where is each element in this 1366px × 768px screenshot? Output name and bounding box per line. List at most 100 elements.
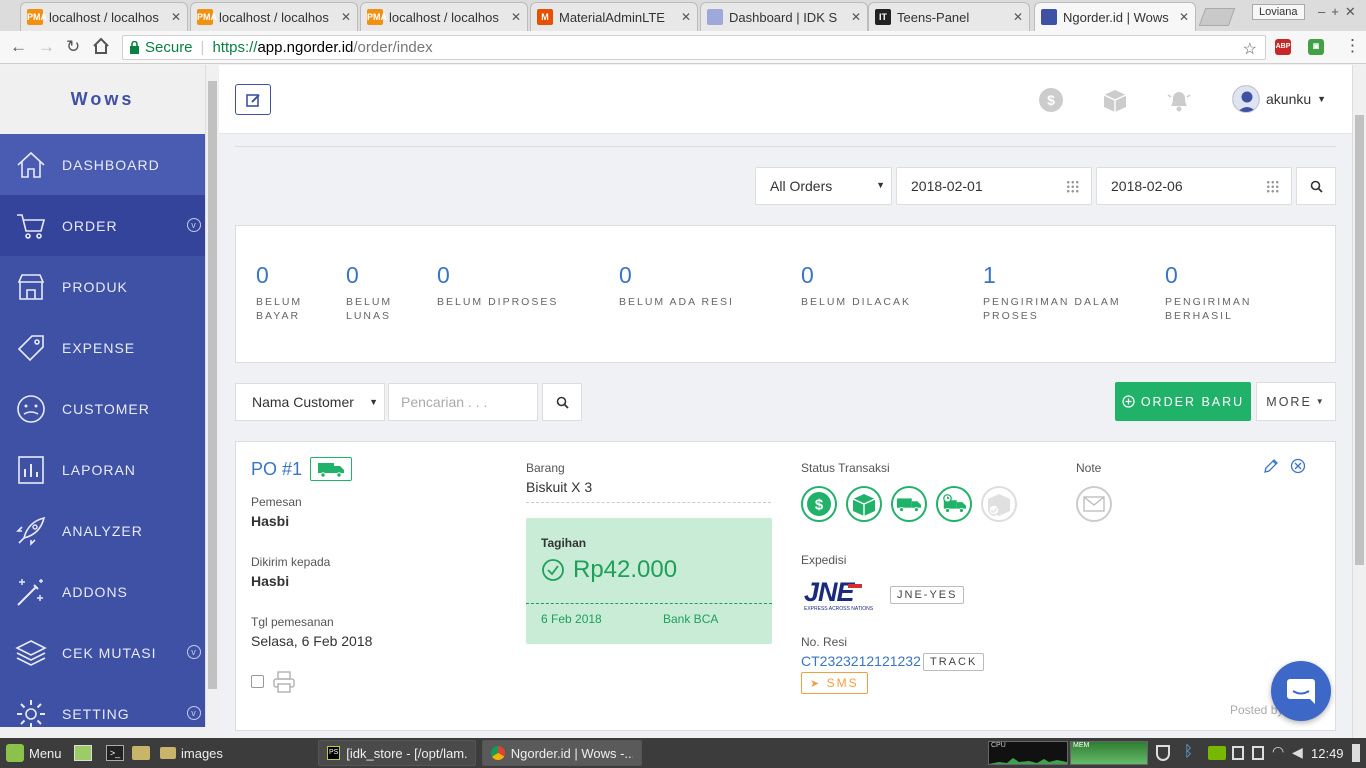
order-type-select[interactable]: All Orders ▼	[755, 167, 892, 205]
sidebar-item-customer[interactable]: CUSTOMER	[0, 378, 205, 439]
sidebar-item-cek-mutasi[interactable]: CEK MUTASI v	[0, 622, 205, 683]
show-desktop-icon[interactable]	[74, 745, 92, 761]
wifi-icon[interactable]: ◠	[1272, 743, 1284, 760]
search-input[interactable]: Pencarian . . .	[388, 383, 538, 421]
page-scrollbar-thumb[interactable]	[1355, 115, 1364, 565]
more-button[interactable]: MORE ▼	[1256, 382, 1336, 421]
stat-belum-diproses[interactable]: 0 BELUM DIPROSES	[437, 262, 558, 309]
sidebar-horizontal-scrollbar[interactable]	[0, 727, 219, 738]
adblock-plus-icon[interactable]: ABP	[1275, 39, 1291, 55]
volume-icon[interactable]: ◀	[1292, 744, 1303, 761]
start-menu-button[interactable]: Menu	[6, 738, 62, 768]
browser-tab[interactable]: PMA localhost / localhos ✕	[20, 2, 188, 31]
dollar-icon[interactable]: $	[1038, 87, 1064, 113]
po-number[interactable]: PO #1	[251, 459, 302, 480]
bluetooth-icon[interactable]: ᛒ	[1184, 743, 1193, 760]
sidebar-scrollbar-thumb[interactable]	[208, 81, 217, 689]
stat-belum-ada-resi[interactable]: 0 BELUM ADA RESI	[619, 262, 734, 309]
secure-indicator[interactable]: Secure	[129, 39, 193, 56]
sidebar-item-analyzer[interactable]: ANALYZER	[0, 500, 205, 561]
page-scrollbar[interactable]	[1352, 65, 1366, 738]
show-desktop-corner[interactable]	[1352, 744, 1360, 762]
brand-name[interactable]: Wows	[0, 65, 205, 134]
clipboard-icon[interactable]	[1232, 746, 1244, 760]
compose-button[interactable]	[235, 84, 271, 115]
taskbar-window-phpstorm[interactable]: PS [idk_store - [/opt/lam...	[318, 740, 476, 766]
taskbar-folder-images[interactable]: images	[160, 738, 223, 768]
new-order-button[interactable]: ORDER BARU	[1115, 382, 1251, 421]
close-circle-icon[interactable]	[1290, 458, 1306, 474]
stat-belum-bayar[interactable]: 0 BELUM BAYAR	[256, 262, 302, 323]
resi-number[interactable]: CT2323212121232	[801, 653, 921, 669]
status-paid-icon[interactable]: $	[801, 486, 837, 522]
status-shipped-icon[interactable]	[891, 486, 927, 522]
chevron-down-icon[interactable]: v	[187, 218, 201, 232]
new-tab-button[interactable]	[1198, 8, 1236, 26]
sidebar-item-addons[interactable]: ADDONS	[0, 561, 205, 622]
chevron-down-icon[interactable]: v	[187, 706, 201, 720]
status-delivered-icon[interactable]	[981, 486, 1017, 522]
nvidia-icon[interactable]	[1208, 746, 1226, 760]
terminal-icon[interactable]: >_	[106, 745, 124, 761]
keyboard-icon[interactable]	[1252, 746, 1264, 760]
sms-button[interactable]: ➤ SMS	[801, 672, 868, 694]
close-icon[interactable]: ✕	[341, 10, 351, 24]
status-in-transit-icon[interactable]	[936, 486, 972, 522]
bell-icon[interactable]	[1166, 87, 1192, 113]
note-envelope-icon[interactable]	[1076, 486, 1112, 522]
user-menu[interactable]: akunku ▼	[1232, 85, 1326, 113]
url-input[interactable]: Secure | https://app.ngorder.id/order/in…	[122, 35, 1266, 60]
clock[interactable]: 12:49	[1311, 746, 1344, 761]
close-icon[interactable]: ✕	[681, 10, 691, 24]
date-from-input[interactable]: 2018-02-01	[896, 167, 1092, 205]
home-icon[interactable]	[92, 37, 110, 60]
close-icon[interactable]: ✕	[851, 10, 861, 24]
date-to-input[interactable]: 2018-02-06	[1096, 167, 1292, 205]
search-button[interactable]	[542, 383, 582, 421]
close-icon[interactable]: ✕	[1013, 10, 1023, 24]
stat-pengiriman-dalam-proses[interactable]: 1 PENGIRIMAN DALAM PROSES	[983, 262, 1121, 323]
pencil-icon[interactable]	[1263, 458, 1279, 474]
search-field-select[interactable]: Nama Customer ▼	[235, 383, 385, 421]
sidebar-item-order[interactable]: ORDER v	[0, 195, 205, 256]
calendar-grid-icon[interactable]	[1066, 180, 1079, 193]
stat-pengiriman-berhasil[interactable]: 0 PENGIRIMAN BERHASIL	[1165, 262, 1252, 323]
sidebar-item-dashboard[interactable]: DASHBOARD	[0, 134, 205, 195]
close-icon[interactable]: ✕	[511, 10, 521, 24]
filter-search-button[interactable]	[1296, 167, 1336, 205]
browser-tab[interactable]: PMA localhost / localhos ✕	[190, 2, 358, 31]
bookmark-star-icon[interactable]: ☆	[1243, 39, 1257, 59]
live-chat-button[interactable]	[1271, 661, 1331, 721]
files-icon[interactable]	[132, 746, 150, 760]
browser-profile[interactable]: Loviana	[1252, 4, 1305, 20]
stat-belum-dilacak[interactable]: 0 BELUM DILACAK	[801, 262, 911, 309]
sidebar-item-laporan[interactable]: LAPORAN	[0, 439, 205, 500]
sidebar-item-produk[interactable]: PRODUK	[0, 256, 205, 317]
extension-icon[interactable]: ▣	[1308, 39, 1324, 55]
browser-menu-icon[interactable]: ⋮	[1344, 36, 1361, 56]
cpu-graph: CPU	[988, 741, 1068, 765]
forward-icon[interactable]: →	[38, 37, 55, 57]
sidebar-item-expense[interactable]: EXPENSE	[0, 317, 205, 378]
browser-tab-active[interactable]: Ngorder.id | Wows ✕	[1034, 2, 1196, 31]
calendar-grid-icon[interactable]	[1266, 180, 1279, 193]
browser-tab[interactable]: IT Teens-Panel ✕	[868, 2, 1030, 31]
taskbar-window-chrome[interactable]: Ngorder.id | Wows -...	[482, 740, 642, 766]
printer-icon[interactable]	[272, 670, 296, 694]
stat-belum-lunas[interactable]: 0 BELUM LUNAS	[346, 262, 392, 323]
shield-icon[interactable]	[1156, 745, 1170, 761]
back-icon[interactable]: ←	[10, 37, 27, 57]
order-select-checkbox[interactable]	[251, 675, 264, 688]
package-icon[interactable]	[1102, 87, 1128, 113]
chevron-down-icon[interactable]: v	[187, 645, 201, 659]
status-packed-icon[interactable]	[846, 486, 882, 522]
reload-icon[interactable]: ↻	[66, 37, 80, 57]
track-button[interactable]: TRACK	[923, 653, 985, 671]
browser-tab[interactable]: M MaterialAdminLTE ✕	[530, 2, 698, 31]
close-icon[interactable]: ✕	[1179, 10, 1189, 24]
window-controls[interactable]: –+✕	[1318, 4, 1362, 20]
sidebar-scrollbar[interactable]	[205, 65, 219, 738]
browser-tab[interactable]: Dashboard | IDK S ✕	[700, 2, 868, 31]
browser-tab[interactable]: PMA localhost / localhos ✕	[360, 2, 528, 31]
close-icon[interactable]: ✕	[171, 10, 181, 24]
